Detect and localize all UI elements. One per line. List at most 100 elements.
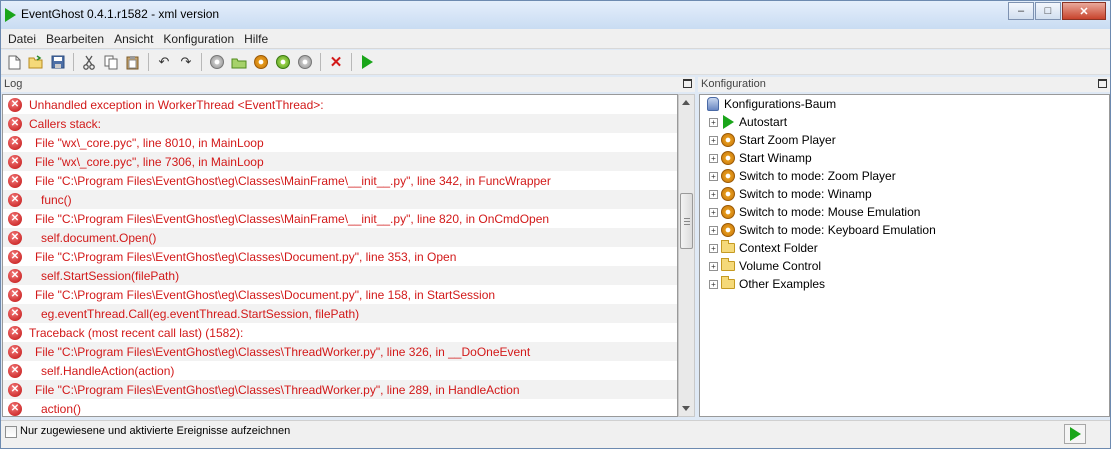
menu-konfiguration[interactable]: Konfiguration (158, 32, 239, 46)
add-plugin-icon[interactable] (206, 52, 228, 72)
add-action-icon[interactable] (294, 52, 316, 72)
expand-icon[interactable]: + (709, 117, 718, 127)
add-folder-icon[interactable] (228, 52, 250, 72)
expand-icon[interactable]: + (709, 279, 718, 289)
error-icon: ✕ (8, 344, 22, 359)
title-bar[interactable]: EventGhost 0.4.1.r1582 - xml version – □… (1, 1, 1110, 29)
window-controls: – □ ✕ (1007, 2, 1106, 20)
expand-icon[interactable]: + (709, 225, 718, 235)
log-row[interactable]: ✕ File "C:\Program Files\EventGhost\eg\Cl… (3, 342, 677, 361)
close-button[interactable]: ✕ (1062, 2, 1106, 20)
config-tree[interactable]: Konfigurations-Baum + Autostart + Start Zoo… (699, 94, 1110, 417)
scroll-up-icon[interactable] (682, 100, 690, 105)
expand-icon[interactable]: + (709, 261, 718, 271)
error-icon: ✕ (8, 401, 22, 416)
log-row[interactable]: ✕ action() (3, 399, 677, 416)
cut-icon[interactable] (78, 52, 100, 72)
log-text: File "C:\Program Files\EventGhost\eg\Cla… (35, 249, 457, 264)
error-icon: ✕ (8, 154, 22, 169)
log-scrollbar[interactable] (678, 94, 695, 417)
menu-bearbeiten[interactable]: Bearbeiten (41, 32, 109, 46)
record-filter-checkbox[interactable] (5, 426, 17, 438)
log-row[interactable]: ✕ File "wx\_core.pyc", line 7306, in Main… (3, 152, 677, 171)
menu-ansicht[interactable]: Ansicht (109, 32, 158, 46)
copy-icon[interactable] (100, 52, 122, 72)
maximize-button[interactable]: □ (1035, 2, 1061, 20)
expand-icon[interactable]: + (709, 153, 718, 163)
tree-root[interactable]: Konfigurations-Baum (700, 95, 1109, 113)
eventghost-logo-icon (5, 8, 16, 22)
grip-line (684, 221, 690, 222)
tree-item-label: Start Winamp (739, 151, 812, 165)
macro-icon (721, 205, 735, 219)
log-row[interactable]: ✕ self.StartSession(filePath) (3, 266, 677, 285)
log-row[interactable]: ✕ File "C:\Program Files\EventGhost\eg\Cl… (3, 171, 677, 190)
eventghost-window: EventGhost 0.4.1.r1582 - xml version – □… (0, 0, 1111, 449)
menu-datei[interactable]: Datei (3, 32, 41, 46)
log-row[interactable]: ✕ File "C:\Program Files\EventGhost\eg\Cl… (3, 247, 677, 266)
menu-hilfe[interactable]: Hilfe (239, 32, 273, 46)
log-text: action() (41, 401, 82, 416)
error-icon: ✕ (8, 268, 22, 283)
config-pane-maximize-icon[interactable] (1098, 79, 1107, 88)
error-icon: ✕ (8, 173, 22, 188)
log-row[interactable]: ✕ Unhandled exception in WorkerThread <Ev… (3, 95, 677, 114)
log-row[interactable]: ✕ File "C:\Program Files\EventGhost\eg\Cl… (3, 285, 677, 304)
expand-icon[interactable]: + (709, 189, 718, 199)
delete-icon[interactable]: ✕ (325, 52, 347, 72)
expand-icon[interactable]: + (709, 207, 718, 217)
tree-item[interactable]: + Switch to mode: Keyboard Emulation (700, 221, 1109, 239)
log-row[interactable]: ✕ self.document.Open() (3, 228, 677, 247)
error-icon: ✕ (8, 363, 22, 378)
log-row[interactable]: ✕ File "C:\Program Files\EventGhost\eg\Cl… (3, 209, 677, 228)
scrollbar-thumb[interactable] (680, 193, 693, 249)
toolbar: ↶ ↷ ✕ (1, 50, 1110, 75)
tree-item[interactable]: + Switch to mode: Mouse Emulation (700, 203, 1109, 221)
expand-icon[interactable]: + (709, 243, 718, 253)
minimize-button[interactable]: – (1008, 2, 1034, 20)
tree-item-label: Start Zoom Player (739, 133, 836, 147)
new-file-icon[interactable] (3, 52, 25, 72)
add-macro-icon[interactable] (250, 52, 272, 72)
log-row[interactable]: ✕ eg.eventThread.Call(eg.eventThread.Star… (3, 304, 677, 323)
error-icon: ✕ (8, 306, 22, 321)
toolbar-separator (320, 53, 321, 71)
grip-line (684, 224, 690, 225)
expand-icon[interactable]: + (709, 171, 718, 181)
scroll-down-icon[interactable] (682, 406, 690, 411)
tree-item[interactable]: + Start Winamp (700, 149, 1109, 167)
save-icon[interactable] (47, 52, 69, 72)
record-filter-label[interactable]: Nur zugewiesene und aktivierte Ereigniss… (20, 425, 290, 437)
paste-icon[interactable] (122, 52, 144, 72)
tree-item[interactable]: + Switch to mode: Zoom Player (700, 167, 1109, 185)
tree-item[interactable]: + Switch to mode: Winamp (700, 185, 1109, 203)
add-event-icon[interactable] (272, 52, 294, 72)
log-pane-maximize-icon[interactable] (683, 79, 692, 88)
log-text: self.HandleAction(action) (41, 363, 175, 378)
tree-item[interactable]: + Autostart (700, 113, 1109, 131)
tree-item[interactable]: + Volume Control (700, 257, 1109, 275)
tree-item[interactable]: + Start Zoom Player (700, 131, 1109, 149)
tree-item[interactable]: + Context Folder (700, 239, 1109, 257)
log-row[interactable]: ✕ self.HandleAction(action) (3, 361, 677, 380)
log-row[interactable]: ✕ Callers stack: (3, 114, 677, 133)
error-icon: ✕ (8, 135, 22, 150)
expand-icon[interactable]: + (709, 135, 718, 145)
log-row[interactable]: ✕ func() (3, 190, 677, 209)
folder-icon (721, 258, 735, 273)
log-row[interactable]: ✕ File "wx\_core.pyc", line 8010, in Main… (3, 133, 677, 152)
log-text: File "C:\Program Files\EventGhost\eg\Cla… (35, 211, 550, 226)
tree-item[interactable]: + Other Examples (700, 275, 1109, 293)
execute-button[interactable] (1064, 424, 1086, 444)
open-folder-icon[interactable] (25, 52, 47, 72)
redo-icon[interactable]: ↷ (175, 52, 197, 72)
undo-icon[interactable]: ↶ (153, 52, 175, 72)
log-text: self.document.Open() (41, 230, 157, 245)
macro-icon (721, 223, 735, 237)
tree-item-label: Volume Control (739, 259, 822, 273)
log-row[interactable]: ✕ File "C:\Program Files\EventGhost\eg\Cl… (3, 380, 677, 399)
macro-icon (721, 151, 735, 165)
execute-icon[interactable] (356, 52, 378, 72)
log-row[interactable]: ✕ Traceback (most recent call last) (1582… (3, 323, 677, 342)
log-list[interactable]: ✕ Unhandled exception in WorkerThread <Ev… (2, 94, 678, 417)
